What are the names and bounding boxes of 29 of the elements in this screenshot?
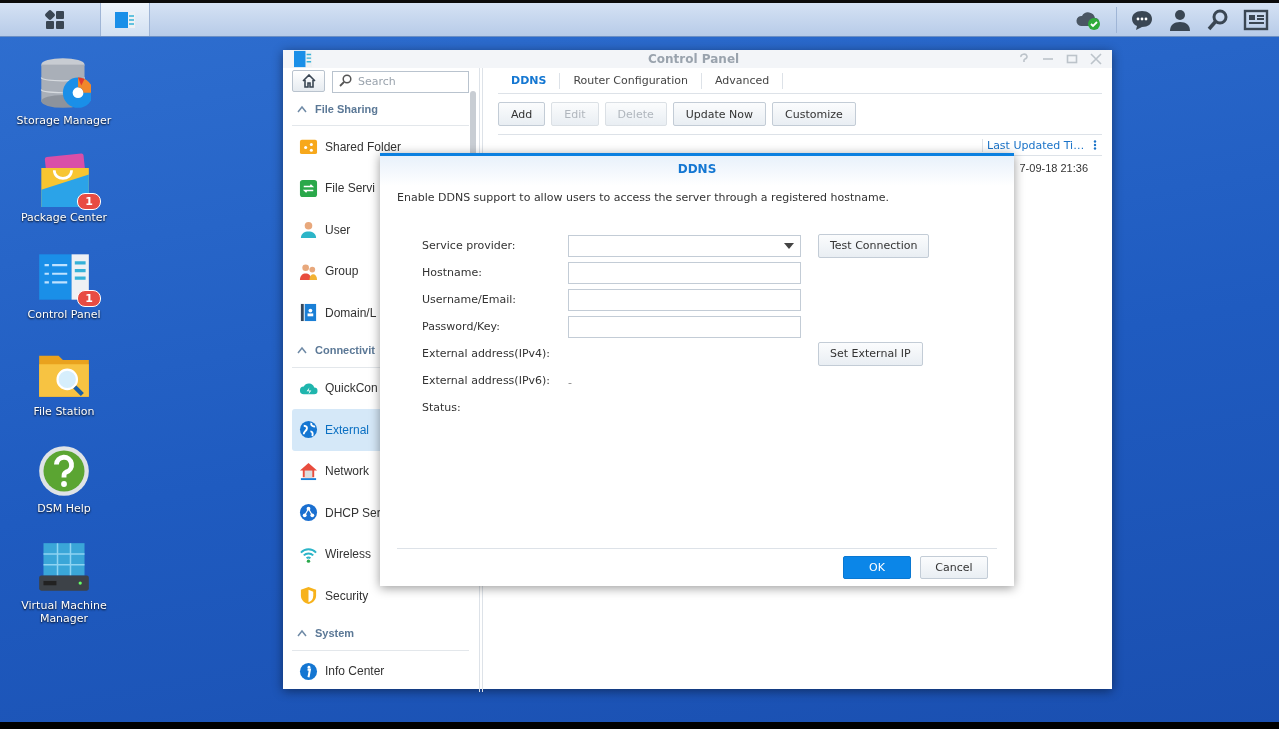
notification-badge: 1 xyxy=(77,193,101,210)
sidebar-item-label: Group xyxy=(325,264,359,279)
section-title: Connectivit xyxy=(315,344,375,356)
dialog-description: Enable DDNS support to allow users to access the server through a registered hostname. xyxy=(396,190,890,204)
field-label: External address(IPv4): xyxy=(422,347,552,360)
sidebar-item-label: Security xyxy=(325,588,369,603)
sidebar-item-label: File Servi xyxy=(325,181,375,196)
sidebar-item-label: Domain/L xyxy=(325,305,377,320)
field-value: - xyxy=(568,376,572,389)
window-title: Control Panel xyxy=(648,52,740,66)
field-label: Service provider: xyxy=(422,239,517,252)
dialog-title: DDNS xyxy=(380,156,1014,186)
sidebar-item-label: QuickCon xyxy=(325,381,378,396)
notification-badge: 1 xyxy=(77,290,101,307)
table-cell: 7-09-18 21:36 xyxy=(1019,162,1088,174)
field-label: Password/Key: xyxy=(422,320,501,333)
sidebar-item-label: Shared Folder xyxy=(325,139,402,154)
field-label: Username/Email: xyxy=(422,293,517,306)
field-label: Status: xyxy=(422,401,462,414)
section-title: System xyxy=(315,627,355,639)
field-label: External address(IPv6): xyxy=(422,374,552,387)
sidebar-item-label: External xyxy=(325,422,370,437)
sidebar-item-label: User xyxy=(325,222,351,237)
sidebar-item-label: Info Center xyxy=(325,664,385,679)
sidebar-item-label: Network xyxy=(325,464,369,479)
sidebar-item-label: DHCP Ser xyxy=(325,505,381,520)
field-label: Hostname: xyxy=(422,266,483,279)
section-title: File Sharing xyxy=(315,102,378,115)
sidebar-item-label: Wireless xyxy=(325,547,371,562)
